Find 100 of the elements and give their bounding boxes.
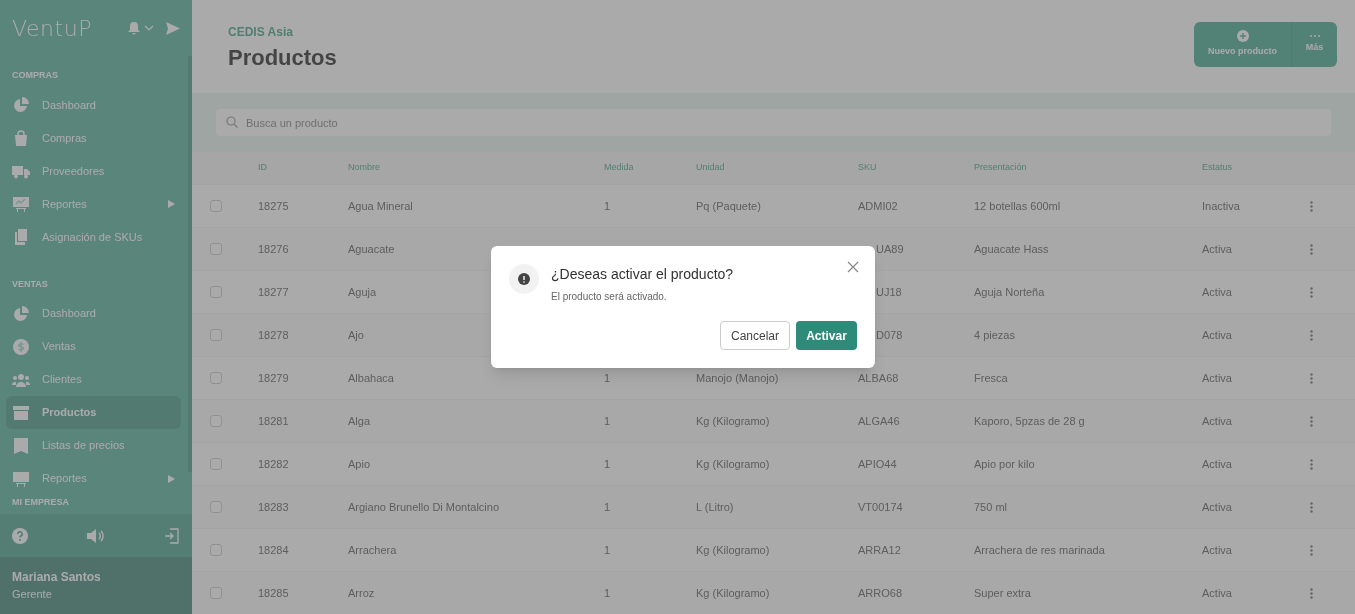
table-cell: ALBA68 (858, 371, 899, 384)
section-heading: COMPRAS (11, 69, 59, 82)
shopping-bag-icon (12, 130, 30, 146)
table-cell: VT00174 (858, 500, 903, 513)
table-cell: 18281 (258, 414, 289, 427)
nav-item[interactable]: Asignación de SKUs (6, 220, 181, 254)
nav-item[interactable]: Clientes (6, 363, 181, 396)
nav-item[interactable]: Reportes (6, 187, 181, 221)
search-field[interactable]: Busca un producto (216, 109, 1331, 136)
send-button[interactable] (166, 21, 180, 35)
table-cell: ARRA12 (858, 543, 901, 556)
nav-item[interactable]: Productos (6, 396, 181, 429)
table-cell: Apio por kilo (974, 457, 1035, 470)
row-menu-icon (1310, 243, 1313, 255)
section-heading: MI EMPRESA (11, 496, 70, 509)
table-cell: Activa (1202, 543, 1232, 556)
pie-chart-icon (12, 97, 30, 113)
row-checkbox[interactable] (210, 415, 222, 427)
row-checkbox[interactable] (210, 587, 222, 599)
table-cell: 18282 (258, 457, 289, 470)
row-menu-icon (1310, 544, 1313, 556)
dollar-coin-icon (12, 338, 30, 355)
table-cell: ARRO68 (858, 586, 903, 599)
table-cell: Activa (1202, 586, 1232, 599)
table-cell: Super extra (974, 586, 1031, 599)
table-cell: ADMI02 (858, 199, 898, 212)
table-cell: 1 (604, 199, 611, 212)
table-cell: 1 (604, 586, 611, 599)
table-cell: Activa (1202, 371, 1232, 384)
table-cell: Kaporo, 5pzas de 28 g (974, 414, 1085, 427)
logo: VentuP (12, 14, 92, 43)
row-checkbox[interactable] (210, 501, 222, 513)
table-cell: Activa (1202, 328, 1232, 341)
row-checkbox[interactable] (210, 372, 222, 384)
table-cell: Argiano Brunello Di Montalcino (348, 500, 500, 513)
table-cell: Arrachera de res marinada (974, 543, 1105, 556)
column-header: Estatus (1202, 162, 1232, 173)
row-checkbox[interactable] (210, 329, 222, 341)
table-cell: D078 (876, 328, 903, 341)
table-cell: Kg (Kilogramo) (696, 457, 770, 470)
nav-item[interactable]: Dashboard (6, 297, 181, 330)
table-cell: 1 (604, 371, 611, 384)
nav-item[interactable]: Reportes (6, 462, 181, 495)
dialog-title: ¿Deseas activar el producto? (551, 265, 734, 284)
send-icon (166, 21, 180, 35)
table-cell: 18279 (258, 371, 289, 384)
nav-item[interactable]: Ventas (6, 330, 181, 363)
column-header: SKU (858, 162, 877, 173)
more-button[interactable]: Más (1291, 22, 1337, 67)
notifications-button[interactable] (128, 21, 154, 35)
nav-item[interactable]: Dashboard (6, 88, 181, 122)
table-cell: 18278 (258, 328, 289, 341)
people-icon (12, 371, 30, 388)
table-cell: Activa (1202, 500, 1232, 513)
column-header: Medida (604, 162, 634, 173)
table-cell: UA89 (876, 242, 904, 255)
row-menu-icon (1310, 372, 1313, 384)
row-menu-icon (1310, 200, 1313, 212)
search-icon (226, 116, 238, 128)
table-cell: Alga (348, 414, 371, 427)
row-menu-icon (1310, 286, 1313, 298)
table-cell: Apio (348, 457, 371, 470)
table-cell: Kg (Kilogramo) (696, 586, 770, 599)
user-name: Mariana Santos (12, 569, 102, 587)
table-cell: 18277 (258, 285, 289, 298)
row-checkbox[interactable] (210, 243, 222, 255)
table-cell: L (Litro) (696, 500, 734, 513)
row-checkbox[interactable] (210, 544, 222, 556)
archive-box-icon (12, 404, 30, 421)
page-subtitle: CEDIS Asia (228, 24, 294, 41)
table-cell: ALGA46 (858, 414, 900, 427)
table-cell: Aguacate Hass (974, 242, 1049, 255)
table-cell: Inactiva (1202, 199, 1240, 212)
table-cell: APIO44 (858, 457, 897, 470)
close-icon (847, 261, 859, 273)
row-menu-icon (1310, 458, 1313, 470)
row-checkbox[interactable] (210, 458, 222, 470)
cancel-button[interactable]: Cancelar (720, 321, 790, 350)
table-cell: Kg (Kilogramo) (696, 414, 770, 427)
truck-icon (12, 163, 30, 179)
close-button[interactable] (847, 261, 859, 273)
nav-item[interactable]: Proveedores (6, 154, 181, 188)
nav-item[interactable]: Listas de precios (6, 429, 181, 462)
plus-circle-icon (1236, 30, 1249, 43)
table-cell: 1 (604, 543, 611, 556)
table-cell: 750 ml (974, 500, 1008, 513)
activate-button[interactable]: Activar (796, 321, 857, 350)
row-menu-icon (1310, 587, 1313, 599)
table-cell: Activa (1202, 285, 1232, 298)
table-cell: Kg (Kilogramo) (696, 543, 770, 556)
new-product-button[interactable]: Nuevo producto (1194, 22, 1291, 67)
table-cell: UJ18 (876, 285, 902, 298)
table-cell: 1 (604, 500, 611, 513)
table-cell: Arroz (348, 586, 375, 599)
row-checkbox[interactable] (210, 200, 222, 212)
table-cell: Activa (1202, 242, 1232, 255)
row-checkbox[interactable] (210, 286, 222, 298)
nav-item[interactable]: Compras (6, 121, 181, 155)
chart-board-icon (12, 470, 30, 487)
section-heading: VENTAS (11, 277, 49, 291)
